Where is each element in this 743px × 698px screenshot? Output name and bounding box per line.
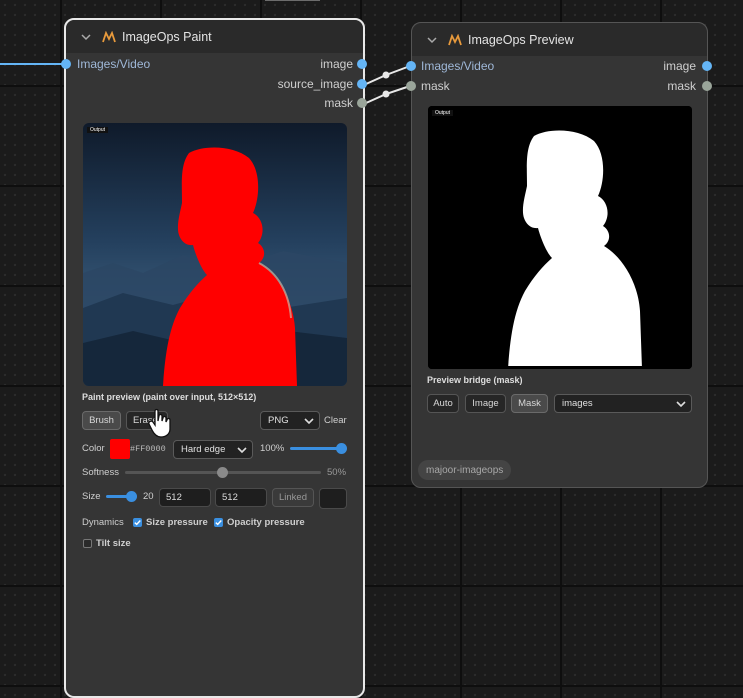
output-label-image: image (320, 57, 353, 71)
linked-toggle[interactable]: Linked (272, 488, 314, 507)
checkmark-icon (134, 520, 141, 526)
tilt-size-label: Tilt size (96, 538, 131, 549)
opacity-pressure-checkbox[interactable] (214, 518, 223, 527)
edge-mode-value: Hard edge (181, 444, 226, 455)
size-value: 20 (143, 491, 154, 502)
opacity-value: 100% (260, 443, 285, 454)
output-label-image: image (663, 59, 696, 73)
mask-preview-image (428, 106, 692, 369)
hand-cursor-icon (148, 408, 171, 438)
input-port-images[interactable] (61, 59, 71, 69)
canvas-height-input[interactable]: 512 (215, 488, 267, 507)
checkmark-icon (215, 520, 222, 526)
size-slider-thumb[interactable] (126, 491, 137, 502)
node-header[interactable]: ImageOps Preview (412, 23, 707, 56)
tilt-size-checkbox[interactable] (83, 539, 92, 548)
brush-button[interactable]: Brush (82, 411, 121, 430)
output-label-mask: mask (667, 79, 696, 93)
dynamics-label: Dynamics (82, 517, 124, 528)
output-tag: Output (432, 110, 454, 116)
size-pressure-label: Size pressure (146, 517, 208, 528)
imageops-logo-icon (102, 30, 116, 42)
canvas-width-input[interactable]: 512 (159, 488, 211, 507)
input-label-mask: mask (421, 79, 450, 93)
size-pressure-checkbox[interactable] (133, 518, 142, 527)
softness-slider-thumb[interactable] (217, 467, 228, 478)
collapse-chevron-icon[interactable] (426, 34, 438, 46)
color-swatch[interactable] (110, 439, 130, 459)
wire-source-image (365, 65, 411, 85)
output-port-image[interactable] (357, 59, 367, 69)
paint-canvas[interactable]: Output (83, 123, 347, 386)
node-header[interactable]: ImageOps Paint (66, 20, 363, 53)
format-select[interactable]: PNG (260, 411, 320, 430)
collapse-chevron-icon[interactable] (80, 31, 92, 43)
format-value: PNG (268, 415, 289, 426)
opacity-slider-thumb[interactable] (336, 443, 347, 454)
node-source-badge: majoor-imageops (418, 460, 512, 480)
output-port-mask[interactable] (702, 81, 712, 91)
mode-image-button[interactable]: Image (465, 394, 506, 413)
output-port-mask[interactable] (357, 98, 367, 108)
clear-button[interactable]: Clear (324, 415, 347, 426)
output-label-mask: mask (324, 96, 353, 110)
size-label: Size (82, 491, 101, 502)
chevron-down-icon (237, 447, 247, 454)
paint-caption: Paint preview (paint over input, 512×512… (82, 392, 257, 402)
output-tag: Output (87, 127, 109, 133)
color-hex[interactable]: #FF0000 (130, 444, 166, 454)
input-port-mask[interactable] (406, 81, 416, 91)
mode-mask-button[interactable]: Mask (511, 394, 548, 413)
edge-mode-select[interactable]: Hard edge (173, 440, 253, 459)
preview-caption: Preview bridge (mask) (427, 375, 523, 385)
target-value: images (562, 398, 593, 409)
input-port-images[interactable] (406, 61, 416, 71)
target-select[interactable]: images (554, 394, 692, 413)
opacity-pressure-label: Opacity pressure (227, 517, 305, 528)
imageops-logo-icon (448, 33, 462, 45)
color-label: Color (82, 443, 105, 454)
chevron-down-icon (676, 401, 686, 408)
mode-auto-button[interactable]: Auto (427, 394, 459, 413)
size-preview-swatch (319, 488, 347, 509)
paint-preview-image[interactable] (83, 123, 347, 386)
softness-label: Softness (82, 467, 119, 478)
input-label-images: Images/Video (421, 59, 495, 73)
chevron-down-icon (304, 418, 314, 425)
input-label-images: Images/Video (77, 57, 151, 71)
output-port-source-image[interactable] (357, 79, 367, 89)
softness-value: 50% (327, 467, 347, 478)
output-label-source-image: source_image (277, 77, 353, 91)
wire-mask (365, 85, 411, 104)
node-title: ImageOps Paint (122, 29, 212, 44)
node-title: ImageOps Preview (468, 32, 574, 47)
output-port-image[interactable] (702, 61, 712, 71)
preview-canvas[interactable]: Output (428, 106, 692, 369)
